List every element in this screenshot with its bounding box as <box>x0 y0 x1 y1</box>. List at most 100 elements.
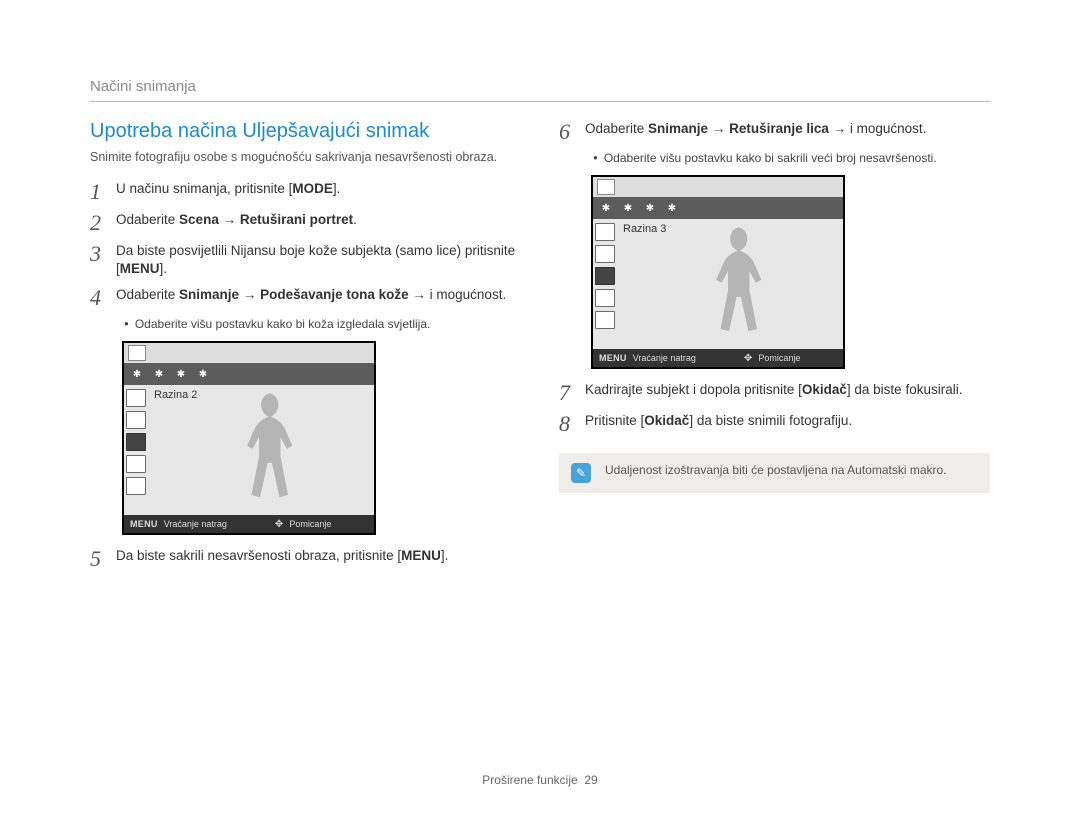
bold: Podešavanje tona kože <box>260 287 409 302</box>
screenshot-option-row: ✱ ✱ ✱ ✱ <box>593 197 843 219</box>
bold: Scena <box>179 212 219 227</box>
nav-icon: ✥ <box>275 519 283 530</box>
person-silhouette-icon <box>235 391 301 509</box>
info-note: ✎ Udaljenost izoštravanja biti će postav… <box>559 453 990 493</box>
screenshot-sidebar <box>124 385 148 515</box>
bullet-note: Odaberite višu postavku kako bi sakrili … <box>593 151 990 165</box>
option-icon: ✱ <box>597 200 615 216</box>
screenshot-statusbar: MENU Vraćanje natrag ✥ Pomicanje <box>124 515 374 533</box>
step-number: 5 <box>90 547 116 570</box>
sidebar-icon <box>126 455 146 473</box>
camera-screenshot-2: ✱ ✱ ✱ ✱ Razina 3 <box>591 175 845 369</box>
step-number: 7 <box>559 381 585 404</box>
screenshot-tabs <box>593 177 843 197</box>
step-text: ] da biste snimili fotografiju. <box>689 413 852 428</box>
sidebar-icon <box>595 311 615 329</box>
step-5: 5 Da biste sakrili nesavršenosti obraza,… <box>90 547 521 570</box>
sidebar-icon <box>126 411 146 429</box>
status-move-label: Pomicanje <box>289 519 331 529</box>
step-number: 3 <box>90 242 116 265</box>
bold: Retuširani portret <box>240 212 353 227</box>
step-text: U načinu snimanja, pritisnite [ <box>116 181 292 196</box>
step-text: ] da biste fokusirali. <box>847 382 963 397</box>
status-back-label: Vraćanje natrag <box>633 353 696 363</box>
step-7: 7 Kadrirajte subjekt i dopola pritisnite… <box>559 381 990 404</box>
step-8: 8 Pritisnite [Okidač] da biste snimili f… <box>559 412 990 435</box>
camera-screenshot-1: ✱ ✱ ✱ ✱ Razina 2 <box>122 341 376 535</box>
step-text: Odaberite <box>116 287 179 302</box>
step-text: Da biste sakrili nesavršenosti obraza, p… <box>116 548 401 563</box>
sidebar-icon <box>595 289 615 307</box>
bullet-note: Odaberite višu postavku kako bi koža izg… <box>124 317 521 331</box>
note-icon: ✎ <box>571 463 591 483</box>
option-icon: ✱ <box>663 200 681 216</box>
step-text: → i mogućnost. <box>829 121 927 136</box>
option-icon: ✱ <box>128 366 146 382</box>
sidebar-icon <box>595 245 615 263</box>
screenshot-tabs <box>124 343 374 363</box>
option-icon: ✱ <box>172 366 190 382</box>
menu-key: MENU <box>120 261 160 276</box>
sidebar-icon <box>126 389 146 407</box>
step-text: → <box>239 287 260 302</box>
step-text: → <box>219 212 240 227</box>
option-icon: ✱ <box>194 366 212 382</box>
step-number: 6 <box>559 120 585 143</box>
left-column: Upotreba načina Uljepšavajući snimak Sni… <box>90 120 521 578</box>
step-text: Kadrirajte subjekt i dopola pritisnite [ <box>585 382 802 397</box>
page-number: 29 <box>584 773 597 787</box>
step-6: 6 Odaberite Snimanje → Retuširanje lica … <box>559 120 990 143</box>
screenshot-statusbar: MENU Vraćanje natrag ✥ Pomicanje <box>593 349 843 367</box>
bold: Retuširanje lica <box>729 121 829 136</box>
option-icon: ✱ <box>150 366 168 382</box>
step-number: 2 <box>90 211 116 234</box>
step-3: 3 Da biste posvijetlili Nijansu boje kož… <box>90 242 521 278</box>
step-text: Odaberite <box>585 121 648 136</box>
mode-key: MODE <box>292 181 333 196</box>
option-icon: ✱ <box>641 200 659 216</box>
section-header: Načini snimanja <box>90 78 990 102</box>
shutter-key: Okidač <box>644 413 689 428</box>
screenshot-sidebar <box>593 219 617 349</box>
shutter-key: Okidač <box>802 382 847 397</box>
step-text: ]. <box>333 181 341 196</box>
page-footer: Proširene funkcije 29 <box>0 773 1080 787</box>
sidebar-icon <box>595 267 615 285</box>
level-label: Razina 3 <box>623 223 666 235</box>
step-number: 1 <box>90 180 116 203</box>
nav-icon: ✥ <box>744 353 752 364</box>
note-text: Udaljenost izoštravanja biti će postavlj… <box>605 463 947 477</box>
step-text: . <box>353 212 357 227</box>
menu-key: MENU <box>401 548 441 563</box>
person-silhouette-icon <box>704 225 770 343</box>
step-text: ]. <box>441 548 449 563</box>
step-4: 4 Odaberite Snimanje → Podešavanje tona … <box>90 286 521 309</box>
step-text: → <box>708 121 729 136</box>
sidebar-icon <box>595 223 615 241</box>
step-text: Odaberite <box>116 212 179 227</box>
tab-icon <box>597 179 615 195</box>
intro-text: Snimite fotografiju osobe s mogućnošću s… <box>90 149 521 166</box>
step-text: Pritisnite [ <box>585 413 644 428</box>
sidebar-icon <box>126 433 146 451</box>
step-number: 8 <box>559 412 585 435</box>
screenshot-option-row: ✱ ✱ ✱ ✱ <box>124 363 374 385</box>
bold: Snimanje <box>179 287 239 302</box>
bold: Snimanje <box>648 121 708 136</box>
status-menu-label: MENU <box>599 353 627 363</box>
page-title: Upotreba načina Uljepšavajući snimak <box>90 120 521 143</box>
status-move-label: Pomicanje <box>758 353 800 363</box>
step-2: 2 Odaberite Scena → Retuširani portret. <box>90 211 521 234</box>
status-back-label: Vraćanje natrag <box>164 519 227 529</box>
footer-label: Proširene funkcije <box>482 773 577 787</box>
step-text: Da biste posvijetlili Nijansu boje kože … <box>116 243 515 276</box>
step-1: 1 U načinu snimanja, pritisnite [MODE]. <box>90 180 521 203</box>
step-text: → i mogućnost. <box>409 287 507 302</box>
level-label: Razina 2 <box>154 389 197 401</box>
tab-icon <box>128 345 146 361</box>
option-icon: ✱ <box>619 200 637 216</box>
step-number: 4 <box>90 286 116 309</box>
step-text: ]. <box>160 261 168 276</box>
sidebar-icon <box>126 477 146 495</box>
status-menu-label: MENU <box>130 519 158 529</box>
